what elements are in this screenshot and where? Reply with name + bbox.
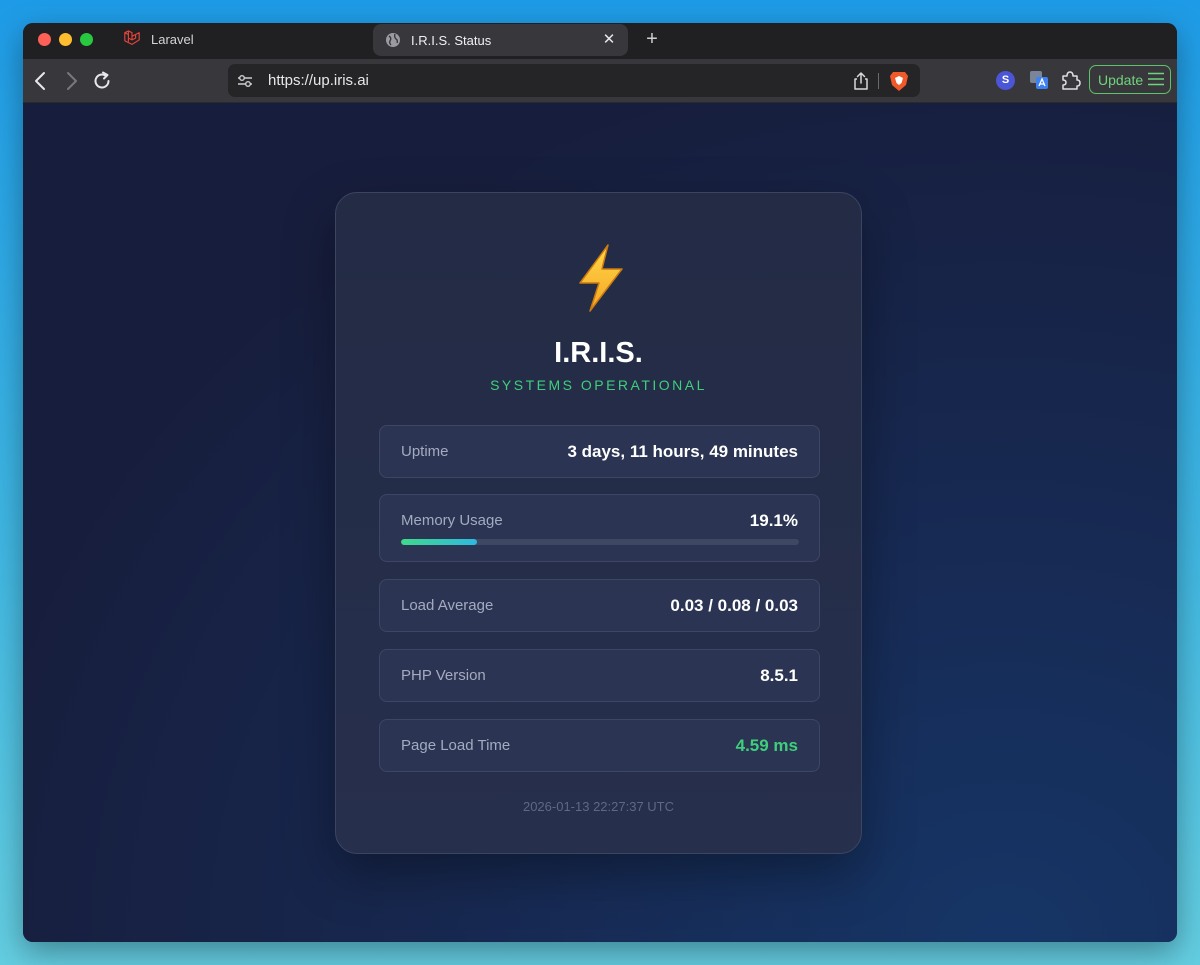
stat-value: 8.5.1: [760, 666, 798, 685]
laravel-icon: [124, 30, 140, 45]
lightning-bolt-icon: [579, 244, 623, 312]
stat-label: PHP Version: [401, 667, 486, 684]
page-viewport: I.R.I.S. SYSTEMS OPERATIONAL Uptime 3 da…: [23, 103, 1177, 942]
tab-title: I.R.I.S. Status: [411, 32, 492, 48]
brave-shields-icon[interactable]: [889, 70, 909, 92]
new-tab-icon[interactable]: +: [641, 28, 663, 50]
stat-memory-usage: Memory Usage 19.1%: [379, 494, 820, 562]
stat-label: Memory Usage: [401, 512, 503, 529]
page-title: I.R.I.S.: [554, 337, 643, 369]
timestamp: 2026-01-13 22:27:37 UTC: [522, 799, 675, 814]
extensions-puzzle-icon[interactable]: [1059, 69, 1081, 91]
address-divider: [878, 73, 879, 89]
tab-laravel[interactable]: Laravel: [123, 23, 363, 55]
toolbar: https://up.iris.ai S Update: [23, 59, 1177, 103]
tab-iris-status[interactable]: I.R.I.S. Status ✕: [373, 24, 628, 56]
stat-label: Uptime: [401, 443, 449, 460]
close-window-button[interactable]: [38, 33, 51, 46]
update-button[interactable]: Update: [1089, 65, 1171, 94]
zoom-window-button[interactable]: [80, 33, 93, 46]
address-bar[interactable]: https://up.iris.ai: [228, 64, 920, 97]
stat-label: Page Load Time: [401, 737, 511, 754]
translate-icon[interactable]: [1028, 69, 1050, 91]
menu-icon: [1148, 72, 1164, 86]
stat-label: Load Average: [401, 597, 494, 614]
minimize-window-button[interactable]: [59, 33, 72, 46]
memory-progress-bar: [401, 539, 799, 545]
stat-page-load-time: Page Load Time 4.59 ms: [379, 719, 820, 772]
back-icon[interactable]: [30, 70, 52, 92]
stat-uptime: Uptime 3 days, 11 hours, 49 minutes: [379, 425, 820, 478]
update-label: Update: [1098, 72, 1144, 88]
forward-icon[interactable]: [60, 70, 82, 92]
globe-icon: [386, 33, 400, 47]
browser-window: Laravel I.R.I.S. Status ✕ + https://up.i…: [23, 23, 1177, 942]
stat-value: 0.03 / 0.08 / 0.03: [670, 596, 798, 615]
site-settings-icon[interactable]: [236, 72, 254, 90]
url-text[interactable]: https://up.iris.ai: [268, 72, 369, 89]
stat-value: 4.59 ms: [735, 736, 798, 755]
status-card: I.R.I.S. SYSTEMS OPERATIONAL Uptime 3 da…: [335, 192, 862, 854]
share-icon[interactable]: [852, 71, 870, 91]
stat-load-average: Load Average 0.03 / 0.08 / 0.03: [379, 579, 820, 632]
stat-value: 3 days, 11 hours, 49 minutes: [567, 442, 798, 461]
memory-progress-fill: [401, 539, 478, 545]
tab-strip: Laravel I.R.I.S. Status ✕ +: [23, 23, 1177, 59]
tab-title: Laravel: [151, 31, 194, 47]
stat-value: 19.1%: [749, 511, 798, 530]
status-subtitle: SYSTEMS OPERATIONAL: [490, 377, 707, 393]
close-tab-icon[interactable]: ✕: [600, 31, 618, 49]
reload-icon[interactable]: [91, 70, 113, 92]
stat-php-version: PHP Version 8.5.1: [379, 649, 820, 702]
extension-s-icon[interactable]: S: [996, 71, 1015, 90]
